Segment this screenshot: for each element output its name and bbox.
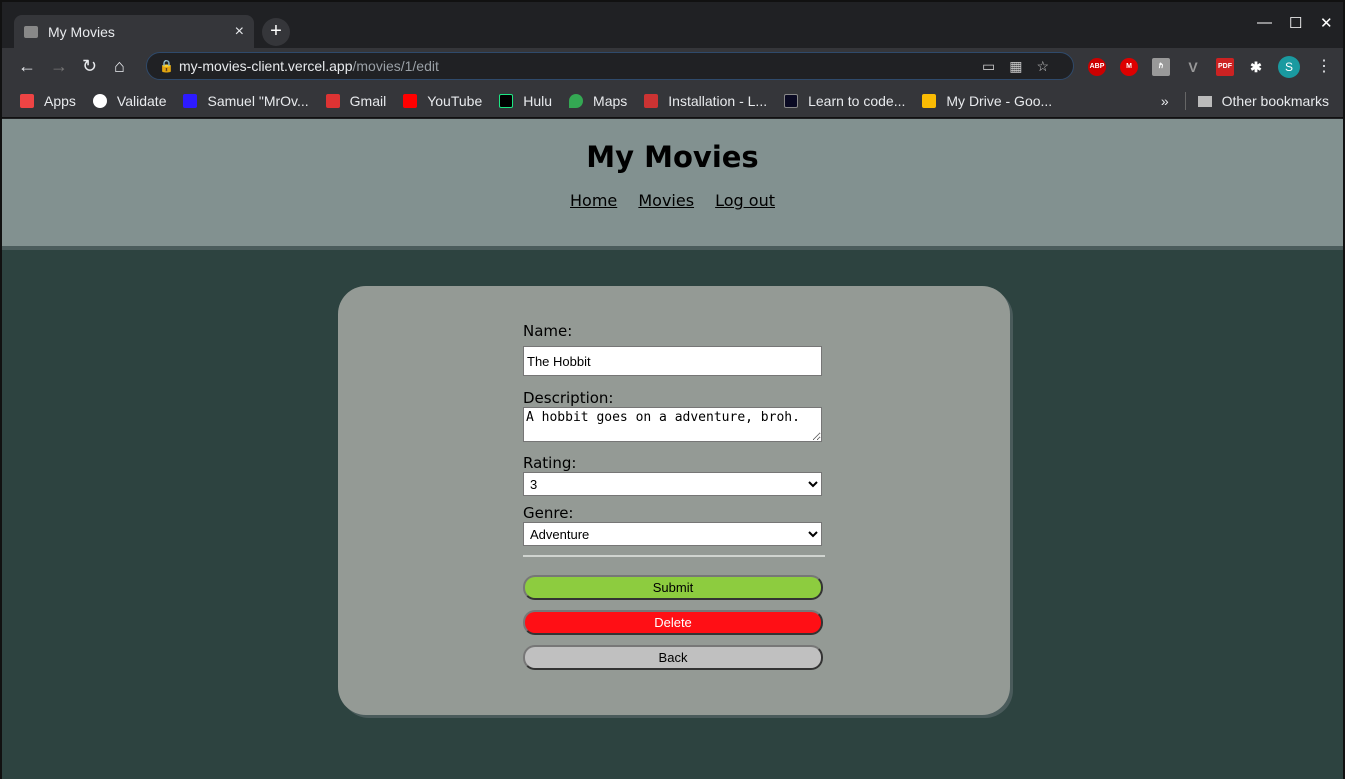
close-tab-icon[interactable]: × xyxy=(235,23,244,41)
back-icon[interactable]: ← xyxy=(18,56,36,77)
bookmark-samuel[interactable]: Samuel "MrOv... xyxy=(183,93,309,109)
maps-icon xyxy=(569,93,584,108)
pdf-icon[interactable]: PDF xyxy=(1216,58,1234,76)
edit-movie-card: Name: Description: A hobbit goes on a ad… xyxy=(338,286,1010,715)
genre-select[interactable]: Adventure xyxy=(523,522,822,546)
back-button[interactable]: Back xyxy=(523,645,823,670)
more-bookmarks-button[interactable]: » xyxy=(1161,93,1169,109)
address-bar[interactable]: 🔒 my-movies-client.vercel.app/movies/1/e… xyxy=(146,52,1074,80)
name-label: Name: xyxy=(523,322,573,340)
page-title: My Movies xyxy=(586,140,759,174)
drive-icon xyxy=(922,93,937,108)
maximize-icon[interactable]: ☐ xyxy=(1289,14,1302,32)
description-label: Description: xyxy=(523,389,614,407)
extension-h-icon[interactable]: ℏ xyxy=(1152,58,1170,76)
apps-grid-icon xyxy=(20,93,34,108)
close-window-icon[interactable]: ✕ xyxy=(1320,14,1333,32)
edit-movie-form: Name: Description: A hobbit goes on a ad… xyxy=(523,322,825,680)
rating-select[interactable]: 3 xyxy=(523,472,822,496)
freecodecamp-icon xyxy=(784,93,799,108)
globe-icon xyxy=(92,93,107,108)
bookmark-hulu[interactable]: Hulu xyxy=(499,93,552,109)
nav-links: Home Movies Log out xyxy=(2,191,1343,210)
delete-button[interactable]: Delete xyxy=(523,610,823,635)
vue-icon[interactable]: V xyxy=(1184,58,1202,76)
form-divider xyxy=(523,555,825,557)
hulu-icon xyxy=(499,93,514,108)
lock-icon: 🔒 xyxy=(159,59,174,73)
page: My Movies Home Movies Log out Name: Desc… xyxy=(2,119,1343,779)
qr-icon[interactable]: ▦ xyxy=(1009,58,1036,74)
forward-icon[interactable]: → xyxy=(50,56,68,77)
bookmark-apps[interactable]: Apps xyxy=(20,93,76,109)
url-host: my-movies-client.vercel.app xyxy=(179,58,353,74)
nav-movies[interactable]: Movies xyxy=(638,191,694,210)
puzzle-icon[interactable]: ✱ xyxy=(1247,58,1265,76)
tab-strip: My Movies × + — ☐ ✕ xyxy=(2,2,1343,48)
name-input[interactable] xyxy=(523,346,822,376)
home-icon[interactable]: ⌂ xyxy=(114,56,125,77)
bookmark-installation[interactable]: Installation - L... xyxy=(644,93,767,109)
profile-avatar[interactable]: S xyxy=(1278,56,1300,78)
bookmark-drive[interactable]: My Drive - Goo... xyxy=(922,93,1052,109)
clapperboard-icon xyxy=(24,25,38,38)
bookmark-favicon xyxy=(183,93,198,108)
reload-icon[interactable]: ↻ xyxy=(82,56,97,77)
url-path: /movies/1/edit xyxy=(352,58,439,74)
youtube-icon xyxy=(403,93,418,108)
bookmark-maps[interactable]: Maps xyxy=(569,93,627,109)
bookmark-validate[interactable]: Validate xyxy=(92,93,166,109)
gmail-icon xyxy=(325,93,340,108)
tab-title: My Movies xyxy=(48,23,115,40)
nav-home[interactable]: Home xyxy=(570,191,617,210)
mega-icon[interactable]: M xyxy=(1120,58,1138,76)
bookmark-gmail[interactable]: Gmail xyxy=(325,93,386,109)
site-header: My Movies Home Movies Log out xyxy=(2,119,1343,250)
browser-tab[interactable]: My Movies × xyxy=(14,15,254,48)
bookmarks-bar: Apps Validate Samuel "MrOv... Gmail YouT… xyxy=(2,84,1343,118)
cast-icon[interactable]: ▭ xyxy=(982,58,1009,74)
toolbar: ← → ↻ ⌂ 🔒 my-movies-client.vercel.app/mo… xyxy=(2,48,1343,84)
star-icon[interactable]: ☆ xyxy=(1036,58,1063,74)
menu-icon[interactable]: ⋮ xyxy=(1316,56,1332,76)
other-bookmarks[interactable]: Other bookmarks xyxy=(1222,93,1329,109)
bookmark-freecodecamp[interactable]: Learn to code... xyxy=(784,93,905,109)
minimize-icon[interactable]: — xyxy=(1257,14,1272,31)
new-tab-button[interactable]: + xyxy=(262,18,290,46)
nav-logout[interactable]: Log out xyxy=(715,191,775,210)
folder-icon xyxy=(1197,95,1212,107)
adblock-icon[interactable]: ABP xyxy=(1088,58,1106,76)
bookmark-youtube[interactable]: YouTube xyxy=(403,93,482,109)
divider xyxy=(1184,92,1186,110)
description-textarea[interactable]: A hobbit goes on a adventure, broh. xyxy=(523,407,822,442)
rating-label: Rating: xyxy=(523,454,577,472)
submit-button[interactable]: Submit xyxy=(523,575,823,600)
genre-label: Genre: xyxy=(523,504,574,522)
laravel-icon xyxy=(644,93,659,108)
